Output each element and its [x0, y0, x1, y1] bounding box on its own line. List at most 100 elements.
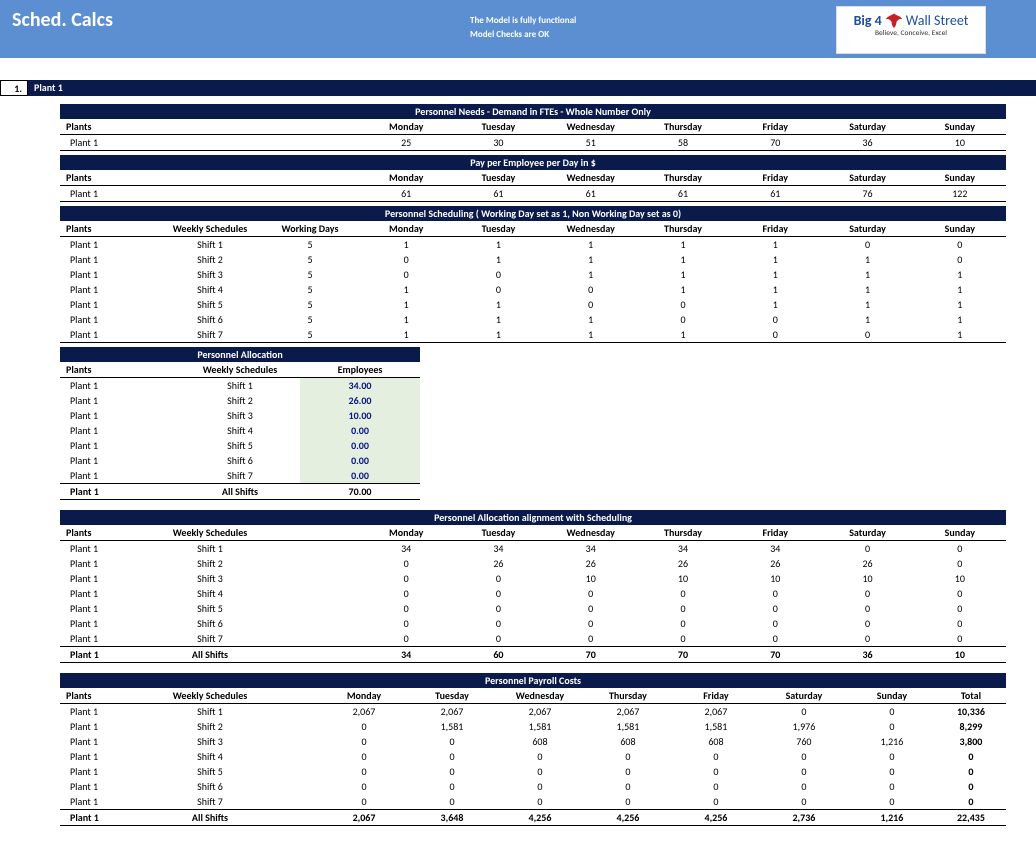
- cell: 1: [637, 267, 729, 282]
- table-row: Plant 1Shift 3001010101010: [60, 571, 1006, 586]
- cell: 70: [637, 647, 729, 663]
- cell: 0: [821, 586, 913, 601]
- employees-input[interactable]: 0.00: [300, 423, 420, 438]
- employees-input[interactable]: 26.00: [300, 393, 420, 408]
- cell: 61: [637, 186, 729, 202]
- cell-plant: Plant 1: [60, 484, 180, 500]
- cell-wd: 5: [260, 327, 360, 343]
- col-day: Thursday: [637, 525, 729, 541]
- cell-shift: Shift 7: [180, 468, 300, 484]
- cell-shift: Shift 1: [160, 541, 260, 557]
- table-row: Plant 1Shift 60.00: [60, 453, 420, 468]
- cell: 0: [821, 237, 913, 253]
- table-row: Plant 1Shift 50.00: [60, 438, 420, 453]
- table-row: Plant 1Shift 250111110: [60, 252, 1006, 267]
- cell: 61: [360, 186, 452, 202]
- cell: 1: [821, 267, 913, 282]
- cell: 0: [360, 571, 452, 586]
- cell-all-shifts: All Shifts: [160, 810, 260, 826]
- cell: 10: [545, 571, 637, 586]
- cell: 0: [496, 779, 584, 794]
- employees-input[interactable]: 0.00: [300, 468, 420, 484]
- cell: 1: [729, 282, 821, 297]
- cell-wd: 5: [260, 267, 360, 282]
- col-day: Friday: [729, 119, 821, 135]
- employees-input[interactable]: 34.00: [300, 378, 420, 394]
- employees-input[interactable]: 0.00: [300, 438, 420, 453]
- cell: 0: [360, 267, 452, 282]
- cell: 0: [360, 252, 452, 267]
- cell-shift: Shift 6: [160, 312, 260, 327]
- cell-plant: Plant 1: [60, 393, 180, 408]
- cell: 0: [637, 601, 729, 616]
- table-row: Plant 1Shift 151111100: [60, 237, 1006, 253]
- cell: 0: [848, 764, 936, 779]
- cell: 10: [914, 571, 1006, 586]
- cell-total: 3,800: [936, 734, 1006, 749]
- cell: 0: [545, 601, 637, 616]
- cell: 26: [729, 556, 821, 571]
- col-day: Sunday: [914, 221, 1006, 237]
- cell: 0: [729, 327, 821, 343]
- cell-total: 0: [936, 794, 1006, 810]
- cell: 4,256: [584, 810, 672, 826]
- col-day: Tuesday: [452, 525, 544, 541]
- cell-total: 0: [936, 749, 1006, 764]
- cell-plant: Plant 1: [60, 438, 180, 453]
- cell: 0: [914, 586, 1006, 601]
- alignment-table: Personnel Allocation alignment with Sche…: [60, 510, 1006, 663]
- cell-plant: Plant 1: [60, 601, 160, 616]
- cell: 1: [545, 252, 637, 267]
- cell: 1,581: [496, 719, 584, 734]
- cell: 0: [545, 586, 637, 601]
- col-day: Friday: [729, 170, 821, 186]
- band-payroll: Personnel Payroll Costs: [60, 673, 1006, 688]
- section-name: Plant 1: [28, 80, 1036, 96]
- page-title: Sched. Calcs: [0, 0, 253, 58]
- col-weekly-schedules: Weekly Schedules: [160, 688, 260, 704]
- col-plants: Plants: [60, 525, 160, 541]
- col-day: Thursday: [637, 119, 729, 135]
- cell: 0: [729, 312, 821, 327]
- status-line-2: Model Checks are OK: [470, 28, 576, 42]
- table-row: Plant 1Shift 50000000: [60, 601, 1006, 616]
- cell: 1: [452, 252, 544, 267]
- cell: 1: [637, 327, 729, 343]
- cell-plant: Plant 1: [60, 749, 160, 764]
- cell: 1: [452, 297, 544, 312]
- cell: 0: [408, 749, 496, 764]
- cell: 1,976: [760, 719, 848, 734]
- cell: 0: [848, 779, 936, 794]
- col-day: Sunday: [848, 688, 936, 704]
- allocation-table: Personnel Allocation Plants Weekly Sched…: [60, 347, 420, 500]
- cell-plant: Plant 1: [60, 810, 160, 826]
- employees-input[interactable]: 0.00: [300, 453, 420, 468]
- cell-wd: 5: [260, 297, 360, 312]
- cell: 2,067: [496, 704, 584, 720]
- cell: 1: [729, 267, 821, 282]
- col-plants: Plants: [60, 688, 160, 704]
- cell-plant: Plant 1: [60, 571, 160, 586]
- cell: 0: [452, 282, 544, 297]
- cell: 1: [452, 327, 544, 343]
- cell: 34: [360, 541, 452, 557]
- logo-tagline: Believe, Conceive, Excel: [847, 29, 975, 38]
- cell-plant: Plant 1: [60, 704, 160, 720]
- cell: 1: [729, 237, 821, 253]
- cell: 0: [914, 631, 1006, 647]
- cell: 22,435: [936, 810, 1006, 826]
- cell: 0: [760, 794, 848, 810]
- cell: 1,581: [672, 719, 760, 734]
- col-day: Tuesday: [408, 688, 496, 704]
- cell-plant: Plant 1: [60, 408, 180, 423]
- cell: 1: [637, 282, 729, 297]
- cell: 1: [452, 312, 544, 327]
- cell-all-shifts: All Shifts: [160, 647, 260, 663]
- col-day: Friday: [729, 221, 821, 237]
- cell-shift: Shift 1: [160, 237, 260, 253]
- band-sched: Personnel Scheduling ( Working Day set a…: [60, 206, 1006, 221]
- table-row: Plant 1Shift 551100111: [60, 297, 1006, 312]
- cell: 0: [821, 541, 913, 557]
- employees-input[interactable]: 10.00: [300, 408, 420, 423]
- col-day: Friday: [729, 525, 821, 541]
